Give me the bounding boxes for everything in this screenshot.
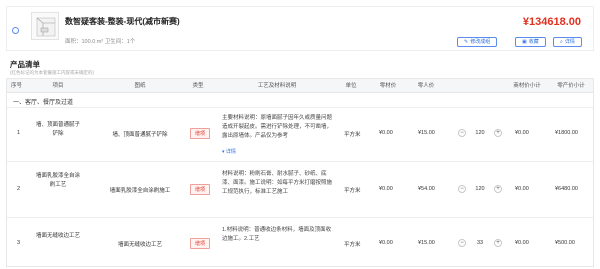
type-tag: 增项 bbox=[190, 128, 211, 139]
col-drawing: 图纸 bbox=[134, 83, 146, 89]
row-name: 墙面乳胶漆全自涂刷施工 bbox=[109, 188, 171, 194]
col-type: 类型 bbox=[192, 83, 204, 89]
table-header: 序号 项目 图纸 类型 工艺及材料说明 单位 零材价 零人价 商材价小计 零产价… bbox=[7, 79, 593, 93]
row-labor-subtotal: ¥6480.00 bbox=[555, 186, 578, 192]
col-no: 序号 bbox=[11, 83, 23, 89]
table-row: 1 墙、顶面普通腻子铲除 墙、顶面普通腻子铲除 增项 主要材料说明：原墙面腻子因… bbox=[7, 108, 593, 162]
plus-icon[interactable]: + bbox=[494, 185, 502, 193]
group-label: 一、客厅、餐厅及过道 bbox=[13, 100, 74, 106]
list-subtitle: (红色标记的为本套餐施工内容或未确定的) bbox=[10, 70, 94, 75]
quantity-stepper[interactable]: − 120 + bbox=[458, 128, 502, 138]
row-desc: 主要材料说明：原墙面腻子因年久或质量问题造成开裂起皮。需进行铲除处理，不可凿墙，… bbox=[222, 115, 332, 139]
row-no: 1 bbox=[17, 130, 21, 136]
row-mat-price: ¥0.00 bbox=[379, 186, 393, 192]
col-unit: 单位 bbox=[345, 83, 357, 89]
row-unit: 平方米 bbox=[344, 188, 361, 194]
row-type: 增项 bbox=[190, 184, 211, 195]
row-type: 增项 bbox=[190, 238, 211, 249]
package-title: 数智疑客装-整装-现代(减市新赛) bbox=[65, 17, 180, 26]
type-tag: 增项 bbox=[190, 184, 211, 195]
minus-icon[interactable]: − bbox=[458, 185, 466, 193]
col-mat-subtotal: 商材价小计 bbox=[513, 83, 541, 89]
row-detail-link[interactable]: ▾ 详情 bbox=[222, 148, 236, 155]
row-labor-price: ¥54.00 bbox=[418, 186, 435, 192]
row-type: 增项 bbox=[190, 128, 211, 139]
col-labor-price: 零人价 bbox=[417, 83, 435, 89]
quantity-value[interactable]: 120 bbox=[475, 130, 484, 136]
quantity-value[interactable]: 120 bbox=[475, 186, 484, 192]
type-tag: 增项 bbox=[190, 238, 211, 249]
package-card: 数智疑客装-整装-现代(减市新赛) 面积：100.0 m² 卫生间：1个 ¥13… bbox=[6, 6, 594, 51]
edit-icon: ✎ bbox=[464, 39, 469, 45]
package-price: ¥134618.00 bbox=[522, 16, 581, 28]
row-labor-subtotal: ¥500.00 bbox=[555, 240, 575, 246]
row-labor-subtotal: ¥1800.00 bbox=[555, 130, 578, 136]
row-name: 墙面无缝收边工艺 bbox=[117, 242, 162, 248]
col-item: 项目 bbox=[52, 83, 64, 89]
minus-icon[interactable]: − bbox=[458, 129, 466, 137]
row-item: 墙面无缝收边工艺 bbox=[35, 233, 80, 239]
row-mat-subtotal: ¥0.00 bbox=[515, 130, 529, 136]
row-mat-price: ¥0.00 bbox=[379, 130, 393, 136]
quantity-value[interactable]: 33 bbox=[477, 240, 483, 246]
row-labor-price: ¥15.00 bbox=[418, 240, 435, 246]
group-row: 一、客厅、餐厅及过道 bbox=[7, 93, 593, 108]
package-thumbnail bbox=[31, 12, 59, 40]
col-desc: 工艺及材料说明 bbox=[257, 83, 297, 89]
table-row: 3 墙面无缝收边工艺 墙面无缝收边工艺 增项 1.材料说明：普通收边条材料，墙面… bbox=[7, 218, 593, 266]
quantity-stepper[interactable]: − 120 + bbox=[458, 184, 502, 194]
package-radio[interactable] bbox=[12, 27, 19, 34]
table-row: 2 墙面乳胶漆全自涂刷工艺 墙面乳胶漆全自涂刷施工 增项 材料说明：粉刷石膏、耐… bbox=[7, 162, 593, 218]
row-unit: 平方米 bbox=[344, 242, 361, 248]
quantity-stepper[interactable]: − 33 + bbox=[458, 238, 502, 248]
product-table: 序号 项目 图纸 类型 工艺及材料说明 单位 零材价 零人价 商材价小计 零产价… bbox=[6, 78, 594, 267]
search-icon: ⌕ bbox=[560, 39, 563, 45]
col-qty bbox=[457, 79, 503, 93]
room-icon bbox=[36, 17, 56, 37]
row-item: 墙、顶面普通腻子铲除 bbox=[35, 122, 80, 137]
detail-button[interactable]: ⌕ 详情 bbox=[553, 37, 582, 47]
col-mat-price: 零材价 bbox=[379, 83, 397, 89]
row-mat-subtotal: ¥0.00 bbox=[515, 186, 529, 192]
col-labor-subtotal: 零产价小计 bbox=[557, 83, 585, 89]
row-mat-price: ¥0.00 bbox=[379, 240, 393, 246]
row-desc: 材料说明：粉刷石膏、耐水腻子、砂纸、底漆、面漆。施工说明：如每平方米打磨按照施工… bbox=[222, 171, 332, 195]
plus-icon[interactable]: + bbox=[494, 129, 502, 137]
row-labor-price: ¥15.00 bbox=[418, 130, 435, 136]
row-unit: 平方米 bbox=[344, 132, 361, 138]
row-no: 2 bbox=[17, 186, 21, 192]
row-no: 3 bbox=[17, 240, 21, 246]
package-area: 面积：100.0 m² 卫生间：1个 bbox=[65, 39, 136, 45]
row-item: 墙面乳胶漆全自涂刷工艺 bbox=[35, 173, 80, 188]
minus-icon[interactable]: − bbox=[458, 239, 466, 247]
bookmark-icon: ▣ bbox=[522, 39, 527, 45]
row-name: 墙、顶面普通腻子铲除 bbox=[112, 132, 168, 138]
row-mat-subtotal: ¥0.00 bbox=[515, 240, 529, 246]
edit-group-button[interactable]: ✎ 修改成组 bbox=[457, 37, 498, 47]
collect-button[interactable]: ▣ 收藏 bbox=[515, 37, 546, 47]
plus-icon[interactable]: + bbox=[494, 239, 502, 247]
row-desc: 1.材料说明：普通收边条材料，墙面及顶面收边施工。2.工艺 bbox=[222, 227, 332, 242]
list-title: 产品清单 bbox=[10, 60, 40, 69]
